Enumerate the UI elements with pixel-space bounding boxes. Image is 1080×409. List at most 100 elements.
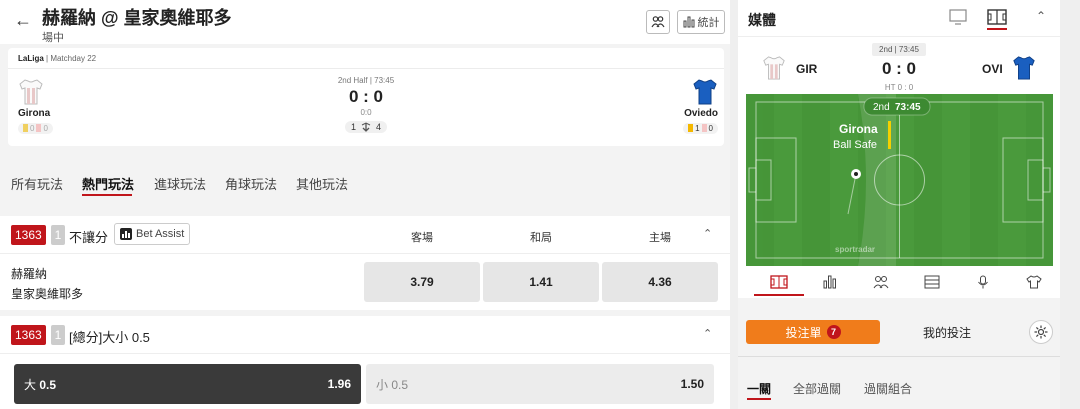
table-icon[interactable]: [922, 273, 942, 291]
market-tabs: 所有玩法 熱門玩法 進球玩法 角球玩法 其他玩法: [0, 160, 730, 200]
home-team: Girona 00: [18, 78, 68, 137]
odds-home-button[interactable]: 4.36: [602, 262, 718, 302]
media-panel: 媒體 ⌃ GIR 2nd | 73:45 0 : 0 HT 0 : 0 OVI: [738, 0, 1060, 298]
league-name: LaLiga: [18, 54, 44, 63]
tab-all-parlays[interactable]: 全部過關: [793, 380, 841, 397]
col-draw: 和局: [530, 232, 552, 244]
jersey-icon[interactable]: [1024, 273, 1044, 291]
tab-others[interactable]: 其他玩法: [296, 174, 348, 193]
divider: [738, 356, 1060, 357]
odds-away-button[interactable]: 3.79: [364, 262, 480, 302]
team-icon: [651, 16, 665, 28]
away-red-count: 0: [708, 123, 713, 133]
tab-goals[interactable]: 進球玩法: [154, 174, 206, 193]
away-yellow-count: 1: [695, 123, 700, 133]
media-tabs: [746, 268, 1053, 296]
active-media-underline: [987, 28, 1007, 30]
under-odds: 1.50: [680, 377, 704, 391]
match-header: ← 赫羅納 @ 皇家奧維耶多 場中 統計: [0, 0, 730, 44]
active-tab-underline: [82, 194, 132, 196]
home-abbr: GIR: [796, 62, 818, 76]
matchday: Matchday 22: [50, 54, 97, 63]
market-header[interactable]: 1363 1 [總分]大小 0.5 ⌃: [0, 316, 730, 354]
back-arrow-icon[interactable]: ←: [14, 10, 32, 30]
market-name: 不讓分: [69, 230, 109, 245]
score-center: 2nd Half | 73:45 0 : 0 0:0 14: [316, 76, 416, 135]
pitch-icon[interactable]: [769, 273, 789, 291]
field-time: 73:45: [895, 102, 921, 113]
market-number: 1: [51, 225, 65, 245]
red-card-icon: [36, 124, 42, 132]
pitch-icon[interactable]: [987, 8, 1007, 26]
substitution-icon: [361, 122, 371, 132]
yellow-card-icon: [23, 124, 28, 132]
home-cards: 00: [18, 122, 53, 134]
tab-single[interactable]: 一關: [747, 380, 771, 397]
col-away: 客場: [411, 232, 433, 244]
away-abbr: OVI: [982, 62, 1003, 76]
bet-assist-label: Bet Assist: [136, 228, 185, 240]
lineup-button[interactable]: [646, 10, 670, 34]
tab-parlay-combos[interactable]: 過關組合: [864, 380, 912, 397]
match-panel: ← 赫羅納 @ 皇家奧維耶多 場中 統計 LaLiga | Matchday 2…: [0, 0, 730, 409]
side-panel: 媒體 ⌃ GIR 2nd | 73:45 0 : 0 HT 0 : 0 OVI: [738, 0, 1060, 409]
chevron-up-icon[interactable]: ⌃: [703, 327, 712, 340]
home-subs: 1: [350, 122, 356, 132]
stats-button[interactable]: 統計: [677, 10, 725, 34]
live-pitch: 2nd 73:45 Girona Ball Safe sportradar: [746, 94, 1053, 266]
red-card-icon: [701, 124, 707, 132]
away-team-name: Oviedo: [684, 108, 718, 119]
market-total: 1363 1 [總分]大小 0.5 ⌃ 大 0.5 1.96 小 0.5 1.5…: [0, 316, 730, 409]
over-button[interactable]: 大 0.5 1.96: [14, 364, 361, 404]
market-id-badge: 1363: [11, 325, 46, 345]
my-bets-tab[interactable]: 我的投注: [923, 324, 971, 341]
active-media-tab-underline: [754, 294, 804, 296]
sub-score: 0:0: [360, 108, 372, 117]
betslip-panel: 投注單 7 我的投注 一關 全部過關 過關組合: [738, 306, 1060, 409]
under-button[interactable]: 小 0.5 1.50: [366, 364, 714, 404]
over-odds: 1.96: [327, 377, 351, 391]
monitor-icon[interactable]: [949, 9, 967, 25]
home-yellow-count: 0: [30, 123, 35, 133]
tab-popular[interactable]: 熱門玩法: [82, 174, 134, 193]
betslip-button[interactable]: 投注單 7: [746, 320, 880, 344]
chevron-up-icon[interactable]: ⌃: [1036, 9, 1046, 23]
bar-chart-icon: [683, 16, 694, 28]
yellow-card-icon: [688, 124, 694, 132]
event-team: Girona: [839, 122, 878, 136]
away-shirt-icon: [1013, 56, 1035, 80]
media-title: 媒體: [748, 12, 776, 28]
over-label: 大 0.5: [24, 376, 56, 393]
microphone-icon[interactable]: [973, 273, 993, 291]
under-label: 小 0.5: [376, 377, 409, 392]
away-subs: 4: [376, 122, 382, 132]
media-period: 2nd | 73:45: [872, 43, 926, 56]
over-word: 大: [24, 377, 37, 392]
gear-icon[interactable]: [1029, 320, 1053, 344]
market-moneyline: 1363 1 不讓分 Bet Assist 客場 和局 主場 ⌃ 赫羅納 皇家奧…: [0, 216, 730, 310]
odds-draw-button[interactable]: 1.41: [483, 262, 599, 302]
chevron-up-icon[interactable]: ⌃: [703, 227, 712, 240]
bet-assist-button[interactable]: Bet Assist: [114, 223, 191, 245]
tab-all[interactable]: 所有玩法: [11, 174, 63, 193]
tab-corners[interactable]: 角球玩法: [225, 174, 277, 193]
home-red-count: 0: [43, 123, 48, 133]
team2-label: 皇家奧維耶多: [11, 287, 84, 301]
market-row: 大 0.5 1.96 小 0.5 1.50: [0, 354, 730, 409]
stats-icon[interactable]: [820, 273, 840, 291]
league-info: LaLiga | Matchday 22: [18, 54, 97, 63]
app-root: ← 赫羅納 @ 皇家奧維耶多 場中 統計 LaLiga | Matchday 2…: [0, 0, 1080, 409]
match-period: 2nd Half | 73:45: [337, 76, 395, 85]
divider: [738, 36, 1060, 37]
scoreboard: LaLiga | Matchday 22 Girona 00 2nd Half …: [8, 48, 724, 146]
home-shirt-icon: [19, 79, 43, 105]
market-header[interactable]: 1363 1 不讓分 Bet Assist 客場 和局 主場 ⌃: [0, 216, 730, 254]
market-id-badge: 1363: [11, 225, 46, 245]
lineup-icon[interactable]: [871, 273, 891, 291]
divider: [8, 68, 724, 69]
active-tab-underline: [747, 398, 771, 400]
stats-label: 統計: [697, 17, 720, 29]
media-score: 0 : 0: [881, 59, 917, 78]
away-shirt-icon: [693, 79, 717, 105]
betslip-label: 投注單: [785, 325, 822, 340]
